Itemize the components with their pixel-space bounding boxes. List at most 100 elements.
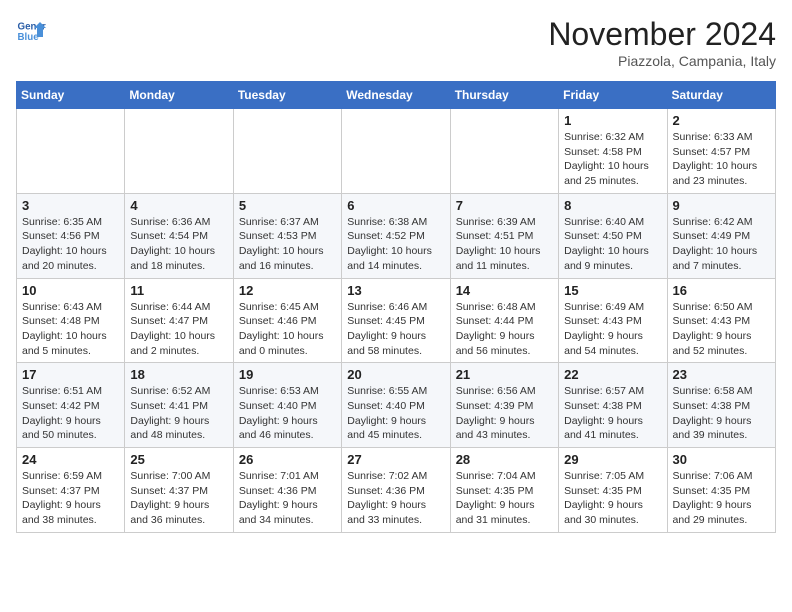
calendar-cell (125, 109, 233, 194)
day-info: Sunrise: 7:00 AM Sunset: 4:37 PM Dayligh… (130, 469, 227, 528)
weekday-header: Saturday (667, 82, 775, 109)
calendar-cell: 22 Sunrise: 6:57 AM Sunset: 4:38 PM Dayli… (559, 363, 667, 448)
location-subtitle: Piazzola, Campania, Italy (548, 53, 776, 69)
day-number: 10 (22, 283, 119, 298)
calendar-cell: 17 Sunrise: 6:51 AM Sunset: 4:42 PM Dayli… (17, 363, 125, 448)
calendar-cell: 9Sunrise: 6:42 AM Sunset: 4:49 PM Daylig… (667, 193, 775, 278)
day-info: Sunrise: 6:46 AM Sunset: 4:45 PM Dayligh… (347, 300, 444, 359)
day-number: 20 (347, 367, 444, 382)
day-number: 28 (456, 452, 553, 467)
day-number: 18 (130, 367, 227, 382)
calendar-cell: 26 Sunrise: 7:01 AM Sunset: 4:36 PM Dayli… (233, 448, 341, 533)
calendar-cell: 29 Sunrise: 7:05 AM Sunset: 4:35 PM Dayli… (559, 448, 667, 533)
calendar-cell: 24 Sunrise: 6:59 AM Sunset: 4:37 PM Dayli… (17, 448, 125, 533)
month-title: November 2024 (548, 16, 776, 53)
calendar-cell: 10 Sunrise: 6:43 AM Sunset: 4:48 PM Dayli… (17, 278, 125, 363)
day-info: Sunrise: 6:59 AM Sunset: 4:37 PM Dayligh… (22, 469, 119, 528)
day-number: 19 (239, 367, 336, 382)
day-number: 22 (564, 367, 661, 382)
calendar-cell: 28 Sunrise: 7:04 AM Sunset: 4:35 PM Dayli… (450, 448, 558, 533)
day-number: 17 (22, 367, 119, 382)
day-info: Sunrise: 6:43 AM Sunset: 4:48 PM Dayligh… (22, 300, 119, 359)
calendar-cell: 11Sunrise: 6:44 AM Sunset: 4:47 PM Dayli… (125, 278, 233, 363)
calendar-cell: 8Sunrise: 6:40 AM Sunset: 4:50 PM Daylig… (559, 193, 667, 278)
day-number: 7 (456, 198, 553, 213)
calendar-cell: 7 Sunrise: 6:39 AM Sunset: 4:51 PM Daylig… (450, 193, 558, 278)
calendar-cell: 3 Sunrise: 6:35 AM Sunset: 4:56 PM Daylig… (17, 193, 125, 278)
calendar-header-row: SundayMondayTuesdayWednesdayThursdayFrid… (17, 82, 776, 109)
calendar-cell: 14 Sunrise: 6:48 AM Sunset: 4:44 PM Dayli… (450, 278, 558, 363)
calendar-week-row: 17 Sunrise: 6:51 AM Sunset: 4:42 PM Dayli… (17, 363, 776, 448)
calendar-cell: 27 Sunrise: 7:02 AM Sunset: 4:36 PM Dayli… (342, 448, 450, 533)
calendar-week-row: 24 Sunrise: 6:59 AM Sunset: 4:37 PM Dayli… (17, 448, 776, 533)
calendar-cell: 12Sunrise: 6:45 AM Sunset: 4:46 PM Dayli… (233, 278, 341, 363)
day-number: 11 (130, 283, 227, 298)
day-number: 16 (673, 283, 770, 298)
day-info: Sunrise: 6:39 AM Sunset: 4:51 PM Dayligh… (456, 215, 553, 274)
calendar-cell: 25 Sunrise: 7:00 AM Sunset: 4:37 PM Dayli… (125, 448, 233, 533)
day-info: Sunrise: 6:40 AM Sunset: 4:50 PM Dayligh… (564, 215, 661, 274)
day-info: Sunrise: 7:02 AM Sunset: 4:36 PM Dayligh… (347, 469, 444, 528)
day-number: 3 (22, 198, 119, 213)
calendar-cell: 30 Sunrise: 7:06 AM Sunset: 4:35 PM Dayli… (667, 448, 775, 533)
calendar-week-row: 10 Sunrise: 6:43 AM Sunset: 4:48 PM Dayli… (17, 278, 776, 363)
day-info: Sunrise: 6:57 AM Sunset: 4:38 PM Dayligh… (564, 384, 661, 443)
day-number: 13 (347, 283, 444, 298)
calendar-cell: 20 Sunrise: 6:55 AM Sunset: 4:40 PM Dayli… (342, 363, 450, 448)
calendar-cell: 15Sunrise: 6:49 AM Sunset: 4:43 PM Dayli… (559, 278, 667, 363)
day-info: Sunrise: 6:48 AM Sunset: 4:44 PM Dayligh… (456, 300, 553, 359)
day-info: Sunrise: 6:58 AM Sunset: 4:38 PM Dayligh… (673, 384, 770, 443)
day-info: Sunrise: 6:32 AM Sunset: 4:58 PM Dayligh… (564, 130, 661, 189)
day-info: Sunrise: 7:05 AM Sunset: 4:35 PM Dayligh… (564, 469, 661, 528)
day-info: Sunrise: 6:36 AM Sunset: 4:54 PM Dayligh… (130, 215, 227, 274)
day-info: Sunrise: 6:42 AM Sunset: 4:49 PM Dayligh… (673, 215, 770, 274)
day-info: Sunrise: 6:37 AM Sunset: 4:53 PM Dayligh… (239, 215, 336, 274)
day-number: 30 (673, 452, 770, 467)
day-info: Sunrise: 6:53 AM Sunset: 4:40 PM Dayligh… (239, 384, 336, 443)
day-info: Sunrise: 6:33 AM Sunset: 4:57 PM Dayligh… (673, 130, 770, 189)
day-info: Sunrise: 6:45 AM Sunset: 4:46 PM Dayligh… (239, 300, 336, 359)
day-info: Sunrise: 7:01 AM Sunset: 4:36 PM Dayligh… (239, 469, 336, 528)
logo-icon: General Blue (16, 16, 46, 46)
day-info: Sunrise: 7:04 AM Sunset: 4:35 PM Dayligh… (456, 469, 553, 528)
weekday-header: Friday (559, 82, 667, 109)
logo: General Blue (16, 16, 46, 46)
day-info: Sunrise: 6:52 AM Sunset: 4:41 PM Dayligh… (130, 384, 227, 443)
calendar-cell (342, 109, 450, 194)
day-number: 15 (564, 283, 661, 298)
calendar-cell (17, 109, 125, 194)
day-info: Sunrise: 6:35 AM Sunset: 4:56 PM Dayligh… (22, 215, 119, 274)
weekday-header: Tuesday (233, 82, 341, 109)
calendar-cell: 21Sunrise: 6:56 AM Sunset: 4:39 PM Dayli… (450, 363, 558, 448)
calendar-table: SundayMondayTuesdayWednesdayThursdayFrid… (16, 81, 776, 533)
day-info: Sunrise: 6:55 AM Sunset: 4:40 PM Dayligh… (347, 384, 444, 443)
day-number: 26 (239, 452, 336, 467)
calendar-cell: 1 Sunrise: 6:32 AM Sunset: 4:58 PM Daylig… (559, 109, 667, 194)
day-info: Sunrise: 6:38 AM Sunset: 4:52 PM Dayligh… (347, 215, 444, 274)
day-info: Sunrise: 6:51 AM Sunset: 4:42 PM Dayligh… (22, 384, 119, 443)
day-number: 14 (456, 283, 553, 298)
calendar-cell: 18 Sunrise: 6:52 AM Sunset: 4:41 PM Dayli… (125, 363, 233, 448)
calendar-cell: 13 Sunrise: 6:46 AM Sunset: 4:45 PM Dayli… (342, 278, 450, 363)
day-number: 1 (564, 113, 661, 128)
day-info: Sunrise: 7:06 AM Sunset: 4:35 PM Dayligh… (673, 469, 770, 528)
calendar-cell: 2Sunrise: 6:33 AM Sunset: 4:57 PM Daylig… (667, 109, 775, 194)
calendar-cell: 16 Sunrise: 6:50 AM Sunset: 4:43 PM Dayli… (667, 278, 775, 363)
day-info: Sunrise: 6:50 AM Sunset: 4:43 PM Dayligh… (673, 300, 770, 359)
day-number: 24 (22, 452, 119, 467)
day-number: 6 (347, 198, 444, 213)
day-number: 23 (673, 367, 770, 382)
day-number: 27 (347, 452, 444, 467)
day-number: 29 (564, 452, 661, 467)
calendar-week-row: 1 Sunrise: 6:32 AM Sunset: 4:58 PM Daylig… (17, 109, 776, 194)
calendar-cell (233, 109, 341, 194)
day-number: 4 (130, 198, 227, 213)
calendar-cell (450, 109, 558, 194)
day-number: 25 (130, 452, 227, 467)
day-info: Sunrise: 6:56 AM Sunset: 4:39 PM Dayligh… (456, 384, 553, 443)
page-header: General Blue November 2024 Piazzola, Cam… (16, 16, 776, 69)
calendar-week-row: 3 Sunrise: 6:35 AM Sunset: 4:56 PM Daylig… (17, 193, 776, 278)
day-number: 5 (239, 198, 336, 213)
calendar-cell: 4 Sunrise: 6:36 AM Sunset: 4:54 PM Daylig… (125, 193, 233, 278)
calendar-cell: 23 Sunrise: 6:58 AM Sunset: 4:38 PM Dayli… (667, 363, 775, 448)
